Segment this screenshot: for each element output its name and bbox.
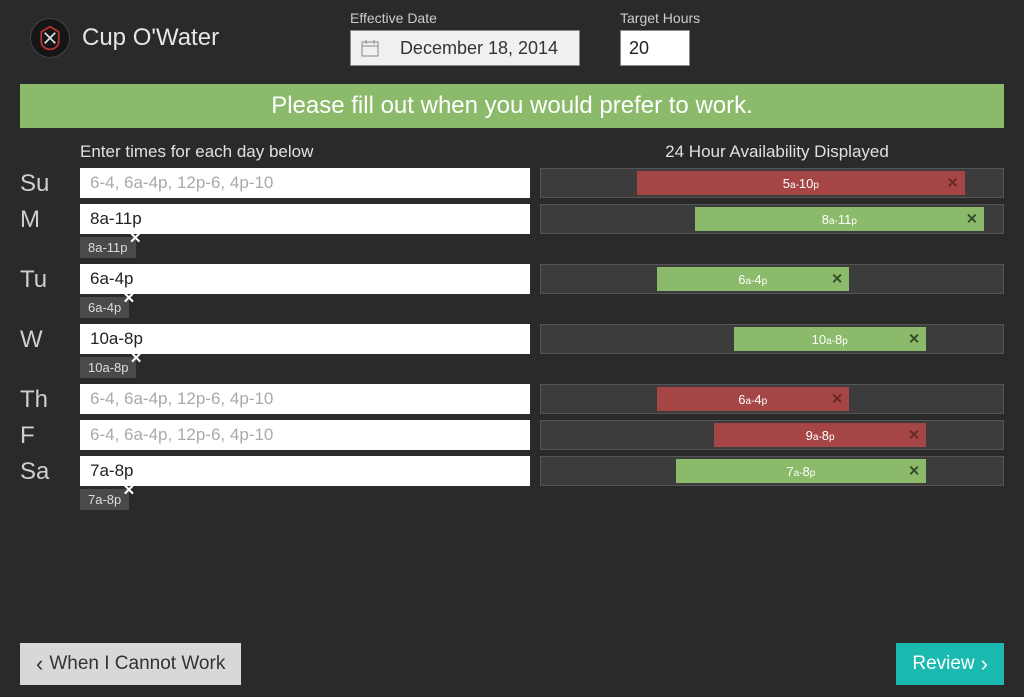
close-icon[interactable]: ✕ <box>123 481 136 499</box>
effective-date-label: Effective Date <box>350 10 580 26</box>
day-main: 8a-11p ✕ <box>80 204 1004 234</box>
left-column-header: Enter times for each day below <box>80 142 550 162</box>
availability-timeline: 7a-8p ✕ <box>540 456 1004 486</box>
availability-timeline: 9a-8p ✕ <box>540 420 1004 450</box>
day-body: 6a-4p✕6a-4p✕ <box>80 264 1004 318</box>
day-label: W <box>20 324 80 354</box>
availability-timeline: 10a-8p ✕ <box>540 324 1004 354</box>
schedule-content: Enter times for each day below 24 Hour A… <box>0 128 1024 510</box>
day-label: Su <box>20 168 80 198</box>
time-chip[interactable]: 10a-8p✕ <box>80 357 136 378</box>
availability-block[interactable]: 6a-4p ✕ <box>657 267 850 291</box>
time-chips: 7a-8p✕ <box>80 489 1004 510</box>
day-row: Tu6a-4p✕6a-4p✕ <box>20 264 1004 318</box>
effective-date-input[interactable]: December 18, 2014 <box>350 30 580 66</box>
chevron-left-icon: ‹ <box>36 651 43 677</box>
time-range-input[interactable] <box>80 204 530 234</box>
time-range-input[interactable] <box>80 456 530 486</box>
availability-block[interactable]: 9a-8p ✕ <box>714 423 926 447</box>
target-hours-label: Target Hours <box>620 10 700 26</box>
close-icon[interactable]: ✕ <box>123 289 136 307</box>
day-row: Th 6a-4p ✕ <box>20 384 1004 414</box>
target-hours-input[interactable] <box>620 30 690 66</box>
time-range-input[interactable] <box>80 420 530 450</box>
app-logo-icon <box>30 18 70 58</box>
close-icon[interactable]: ✕ <box>908 427 920 444</box>
time-range-input[interactable] <box>80 384 530 414</box>
time-range-input[interactable] <box>80 324 530 354</box>
logo-area: Cup O'Water <box>30 18 310 58</box>
time-range-input[interactable] <box>80 264 530 294</box>
time-chips: 6a-4p✕ <box>80 297 1004 318</box>
day-main: 6a-4p ✕ <box>80 264 1004 294</box>
day-main: 5a-10p ✕ <box>80 168 1004 198</box>
app-title: Cup O'Water <box>82 24 219 52</box>
day-label: Tu <box>20 264 80 294</box>
availability-timeline: 6a-4p ✕ <box>540 264 1004 294</box>
day-row: W10a-8p✕10a-8p✕ <box>20 324 1004 378</box>
block-label: 10a-8p <box>812 332 848 347</box>
availability-block[interactable]: 8a-11p ✕ <box>695 207 984 231</box>
close-icon[interactable]: ✕ <box>129 229 142 247</box>
availability-timeline: 6a-4p ✕ <box>540 384 1004 414</box>
availability-block[interactable]: 10a-8p ✕ <box>734 327 927 351</box>
day-main: 9a-8p ✕ <box>80 420 1004 450</box>
day-body: 7a-8p✕7a-8p✕ <box>80 456 1004 510</box>
close-icon[interactable]: ✕ <box>947 175 959 192</box>
block-label: 6a-4p <box>738 272 767 287</box>
time-chip[interactable]: 8a-11p✕ <box>80 237 136 258</box>
header: Cup O'Water Effective Date December 18, … <box>0 0 1024 84</box>
block-label: 6a-4p <box>738 392 767 407</box>
block-label: 7a-8p <box>786 464 815 479</box>
time-chips: 8a-11p✕ <box>80 237 1004 258</box>
instruction-banner: Please fill out when you would prefer to… <box>20 84 1004 128</box>
day-main: 7a-8p ✕ <box>80 456 1004 486</box>
close-icon[interactable]: ✕ <box>831 391 843 408</box>
close-icon[interactable]: ✕ <box>831 271 843 288</box>
day-row: F 9a-8p ✕ <box>20 420 1004 450</box>
day-label: M <box>20 204 80 234</box>
time-chip[interactable]: 7a-8p✕ <box>80 489 129 510</box>
time-range-input[interactable] <box>80 168 530 198</box>
availability-block[interactable]: 7a-8p ✕ <box>676 459 926 483</box>
close-icon[interactable]: ✕ <box>966 211 978 228</box>
day-body: 6a-4p ✕ <box>80 384 1004 414</box>
day-label: Sa <box>20 456 80 486</box>
time-chips: 10a-8p✕ <box>80 357 1004 378</box>
day-body: 5a-10p ✕ <box>80 168 1004 198</box>
footer: ‹ When I Cannot Work Review › <box>20 643 1004 685</box>
review-button-label: Review <box>912 653 974 675</box>
review-button[interactable]: Review › <box>896 643 1004 685</box>
day-body: 10a-8p✕10a-8p✕ <box>80 324 1004 378</box>
day-body: 8a-11p✕8a-11p✕ <box>80 204 1004 258</box>
effective-date-value: December 18, 2014 <box>389 38 569 59</box>
calendar-icon <box>361 39 379 57</box>
availability-block[interactable]: 6a-4p ✕ <box>657 387 850 411</box>
availability-timeline: 8a-11p ✕ <box>540 204 1004 234</box>
back-button-label: When I Cannot Work <box>49 653 225 675</box>
close-icon[interactable]: ✕ <box>130 349 143 367</box>
availability-block[interactable]: 5a-10p ✕ <box>637 171 964 195</box>
close-icon[interactable]: ✕ <box>908 331 920 348</box>
block-label: 9a-8p <box>806 428 835 443</box>
back-button[interactable]: ‹ When I Cannot Work <box>20 643 241 685</box>
day-label: Th <box>20 384 80 414</box>
time-chip[interactable]: 6a-4p✕ <box>80 297 129 318</box>
right-column-header: 24 Hour Availability Displayed <box>550 142 1004 162</box>
close-icon[interactable]: ✕ <box>908 463 920 480</box>
day-main: 10a-8p ✕ <box>80 324 1004 354</box>
day-row: Sa7a-8p✕7a-8p✕ <box>20 456 1004 510</box>
day-row: Su 5a-10p ✕ <box>20 168 1004 198</box>
day-body: 9a-8p ✕ <box>80 420 1004 450</box>
block-label: 8a-11p <box>822 212 857 227</box>
chevron-right-icon: › <box>981 651 988 677</box>
column-headers: Enter times for each day below 24 Hour A… <box>20 138 1004 168</box>
day-row: M8a-11p✕8a-11p✕ <box>20 204 1004 258</box>
block-label: 5a-10p <box>783 176 819 191</box>
day-main: 6a-4p ✕ <box>80 384 1004 414</box>
day-label: F <box>20 420 80 450</box>
target-hours-field: Target Hours <box>620 10 700 66</box>
availability-timeline: 5a-10p ✕ <box>540 168 1004 198</box>
effective-date-field: Effective Date December 18, 2014 <box>350 10 580 66</box>
